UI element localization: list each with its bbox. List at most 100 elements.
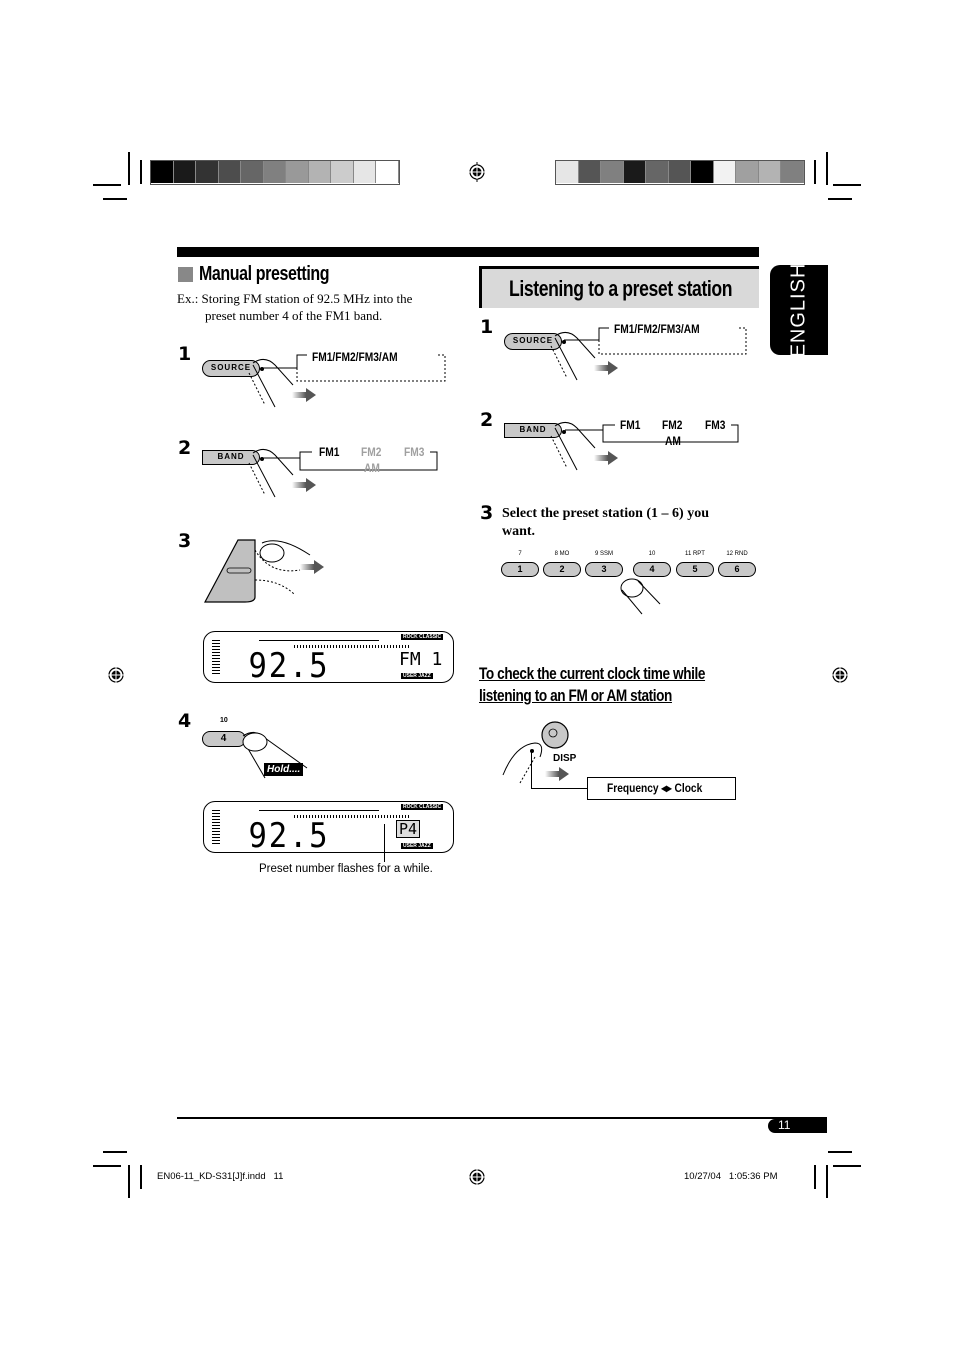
color-swatch	[353, 161, 377, 183]
band-am: AM	[665, 434, 681, 448]
language-tab: ENGLISH	[770, 263, 828, 357]
preset-button-sublabel: 9 SSM	[594, 551, 613, 557]
step-number: 3	[480, 502, 494, 524]
crop-mark	[828, 1151, 852, 1153]
step-number: 1	[480, 316, 494, 338]
color-swatch	[713, 161, 737, 183]
preset-1-button[interactable]: 1	[501, 562, 539, 577]
level-bar	[259, 640, 379, 641]
band-fm2: FM2	[662, 418, 683, 432]
signal-meter	[212, 810, 220, 846]
color-swatch	[556, 161, 579, 183]
crop-mark	[833, 184, 861, 186]
callout-line	[384, 824, 385, 862]
crop-mark	[826, 152, 828, 185]
footer-timestamp: 10/27/04 1:05:36 PM	[684, 1171, 778, 1182]
eq-label: ROCK CLASSIC	[401, 634, 444, 640]
step-number: 3	[178, 530, 192, 552]
clock-check-heading-line-2: listening to an FM or AM station	[479, 686, 672, 705]
color-swatch	[668, 161, 692, 183]
crop-mark	[814, 160, 816, 184]
preset-button-sublabel: 10	[648, 551, 656, 557]
finger-press-icon	[620, 578, 661, 615]
crop-mark	[833, 1165, 861, 1167]
color-swatch	[601, 161, 624, 183]
top-rule	[177, 247, 759, 257]
color-swatch	[218, 161, 242, 183]
lcd-display: 92.5 FM 1 ROCK CLASSIC USER JAZZ	[203, 631, 454, 686]
preset-station-heading: Listening to a preset station	[509, 276, 733, 301]
band-fm2: FM2	[361, 445, 382, 459]
preset-flash-caption: Preset number flashes for a while.	[259, 863, 433, 875]
band-readout: FM 1	[399, 649, 443, 670]
band-cycle-text: FM1/FM2/FM3/AM	[312, 350, 398, 364]
arrow-right-icon	[292, 388, 316, 402]
page-number-tab: 11	[768, 1118, 827, 1133]
disp-flow-text: Frequency ◂▸ Clock	[607, 781, 703, 795]
arrow-right-icon	[594, 451, 618, 465]
color-swatch	[151, 161, 174, 183]
disp-flow-box: Frequency ◂▸ Clock	[587, 777, 736, 800]
disp-label: DISP	[553, 753, 577, 764]
footer-filename: EN06-11_KD-S31[J]f.indd 11	[157, 1171, 284, 1182]
registration-mark-icon	[468, 1168, 486, 1186]
color-swatch	[736, 161, 759, 183]
clock-check-heading-line-1: To check the current clock time while	[479, 664, 706, 683]
color-swatch	[173, 161, 197, 183]
color-swatch	[196, 161, 219, 183]
step-3-instruction-line-2: want.	[502, 524, 536, 539]
page-number: 11	[778, 1118, 791, 1132]
preset-button-sublabel: 8 MO	[554, 551, 570, 557]
color-swatch	[241, 161, 264, 183]
step-number: 2	[178, 437, 192, 459]
registration-mark-icon	[831, 666, 849, 684]
eq-label: USER JAZZ	[401, 673, 433, 679]
eq-label: USER JAZZ	[401, 843, 433, 849]
bottom-rule	[177, 1117, 827, 1119]
color-swatch	[758, 161, 782, 183]
example-line-1: Ex.: Storing FM station of 92.5 MHz into…	[177, 291, 413, 306]
color-swatch	[308, 161, 332, 183]
callout-line	[531, 788, 588, 789]
preset-button-sublabel: 12 RND	[726, 551, 748, 557]
manual-presetting-heading: Manual presetting	[199, 263, 330, 285]
preset-3-button[interactable]: 3	[585, 562, 623, 577]
eq-label: ROCK CLASSIC	[401, 804, 444, 810]
color-calibration-bar-right	[555, 160, 805, 185]
preset-6-button[interactable]: 6	[718, 562, 756, 577]
band-fm1: FM1	[620, 418, 641, 432]
color-swatch	[331, 161, 354, 183]
color-swatch	[623, 161, 647, 183]
color-swatch	[376, 161, 399, 183]
preset-5-button[interactable]: 5	[676, 562, 714, 577]
crop-mark	[814, 1165, 816, 1189]
crop-mark	[128, 152, 130, 185]
color-swatch	[578, 161, 602, 183]
arrow-right-icon	[545, 767, 569, 781]
color-calibration-bar-left	[150, 160, 400, 185]
band-fm1: FM1	[319, 445, 340, 459]
preset-readout: P4	[396, 820, 421, 838]
preset-4-button[interactable]: 4	[633, 562, 671, 577]
crop-mark	[128, 1165, 130, 1198]
step-number: 1	[178, 343, 192, 365]
frequency-readout: 92.5	[248, 816, 330, 856]
signal-meter	[212, 640, 220, 676]
color-swatch	[263, 161, 287, 183]
arrow-right-icon	[594, 361, 618, 375]
crop-mark	[140, 1165, 142, 1189]
band-fm3: FM3	[705, 418, 726, 432]
crop-mark	[103, 198, 127, 200]
frequency-readout: 92.5	[248, 646, 330, 686]
crop-mark	[828, 198, 852, 200]
arrow-right-icon	[300, 560, 324, 574]
registration-mark-icon	[468, 162, 486, 182]
example-line-2: preset number 4 of the FM1 band.	[205, 308, 383, 323]
preset-station-heading-box: Listening to a preset station	[479, 266, 759, 308]
color-swatch	[286, 161, 309, 183]
section-marker-square	[178, 267, 193, 282]
preset-button-sublabel: 7	[518, 551, 522, 557]
band-fm3: FM3	[404, 445, 425, 459]
crop-mark	[140, 160, 142, 184]
preset-2-button[interactable]: 2	[543, 562, 581, 577]
